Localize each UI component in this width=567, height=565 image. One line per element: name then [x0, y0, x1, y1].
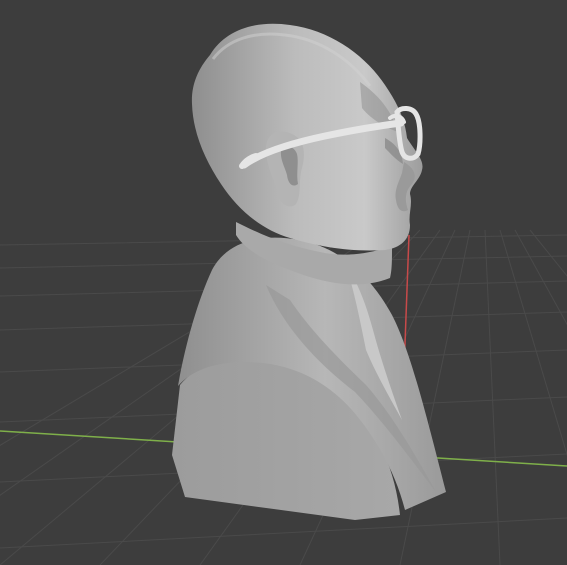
- bust-model[interactable]: [172, 23, 446, 520]
- 3d-viewport[interactable]: [0, 0, 567, 565]
- viewport-canvas[interactable]: [0, 0, 567, 565]
